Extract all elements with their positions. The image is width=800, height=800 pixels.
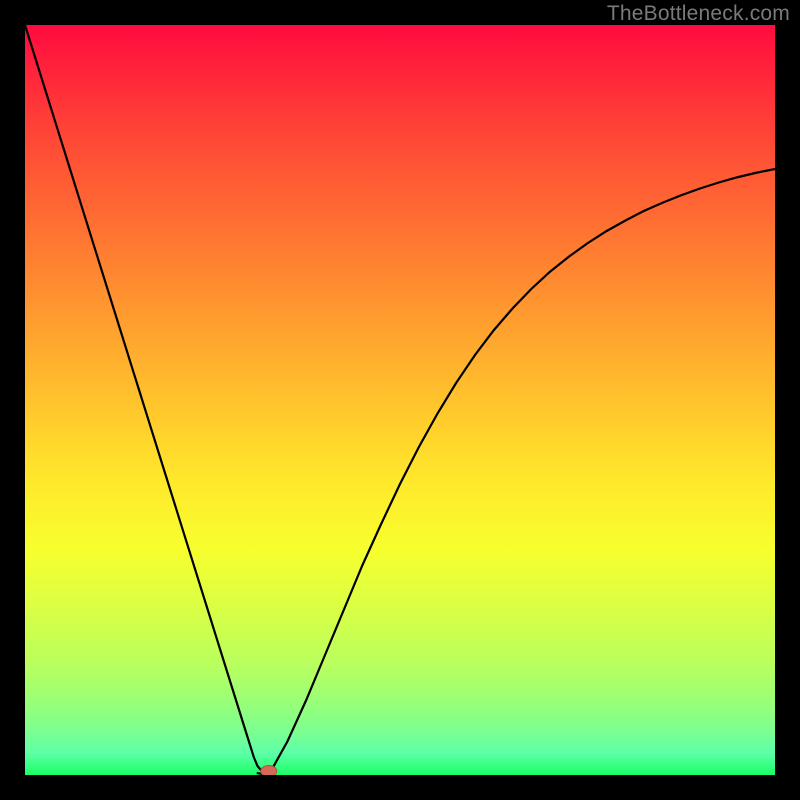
plot-area	[25, 25, 775, 775]
curve-left-branch	[25, 25, 269, 775]
chart-frame: TheBottleneck.com	[0, 0, 800, 800]
curve-layer	[25, 25, 775, 775]
watermark-text: TheBottleneck.com	[607, 2, 790, 26]
valley-marker-icon	[261, 766, 277, 776]
curve-right-branch	[269, 169, 775, 775]
